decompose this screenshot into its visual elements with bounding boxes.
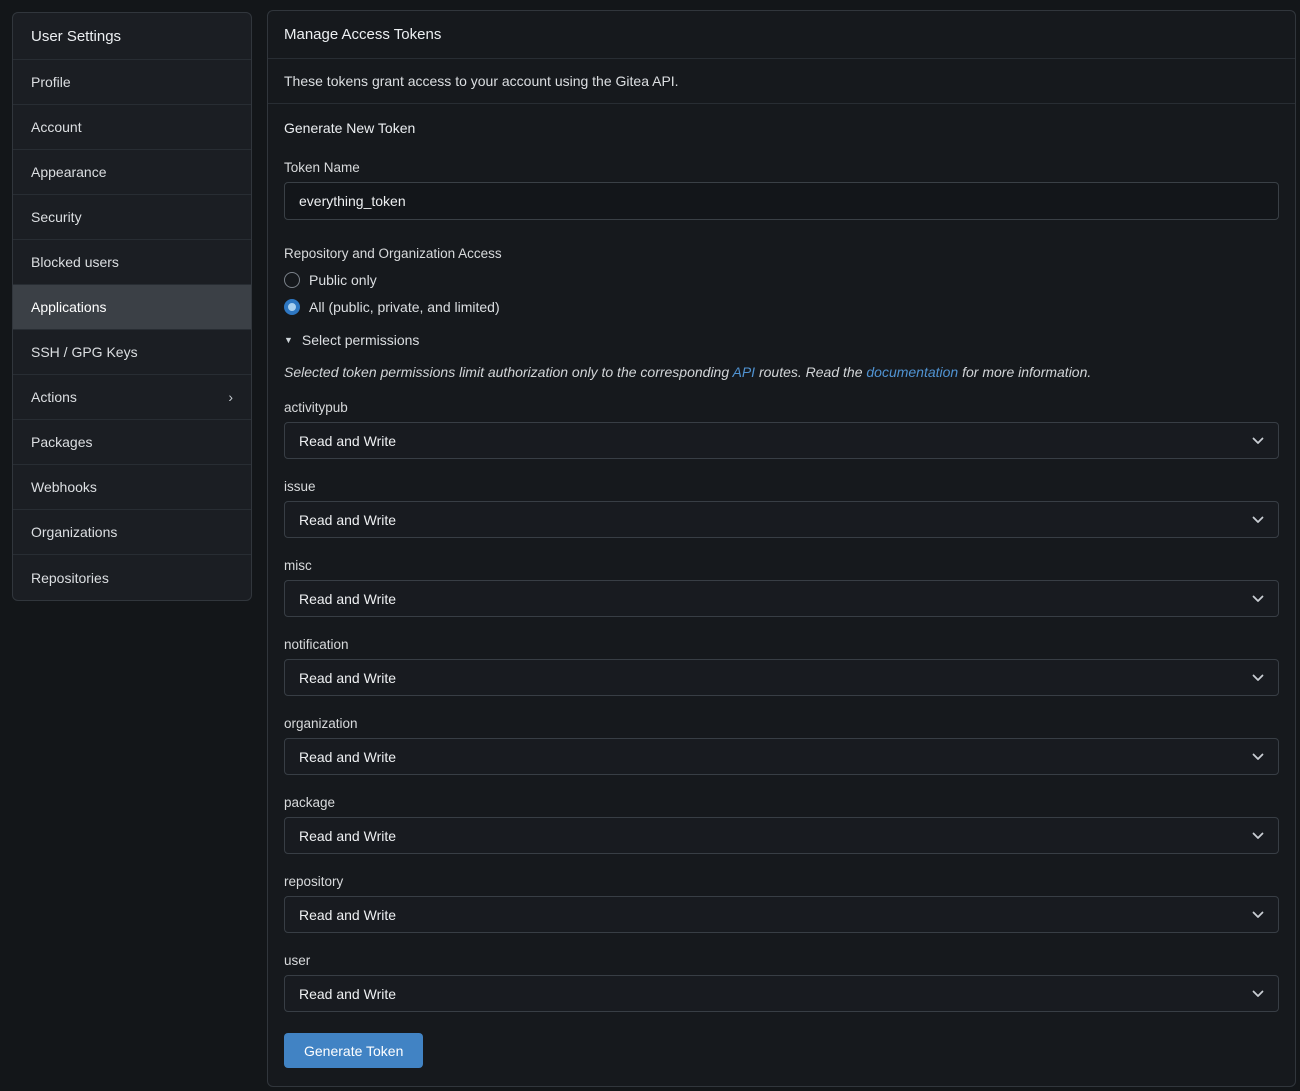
generate-token-form: Generate New Token Token Name Repository… bbox=[268, 104, 1295, 1086]
note-text-3: for more information. bbox=[958, 364, 1091, 380]
sidebar-item-actions[interactable]: Actions › bbox=[13, 375, 251, 420]
scope-label: package bbox=[284, 795, 1279, 810]
scope-group-organization: organization Read and Write bbox=[284, 716, 1279, 775]
radio-unchecked-icon[interactable] bbox=[284, 272, 300, 288]
sidebar-item-label: Account bbox=[31, 105, 82, 149]
sidebar-item-ssh-gpg-keys[interactable]: SSH / GPG Keys bbox=[13, 330, 251, 375]
scope-select-misc[interactable]: Read and Write bbox=[284, 580, 1279, 617]
scope-group-repository: repository Read and Write bbox=[284, 874, 1279, 933]
token-name-label: Token Name bbox=[284, 160, 1279, 175]
generate-token-button[interactable]: Generate Token bbox=[284, 1033, 423, 1068]
scope-label: notification bbox=[284, 637, 1279, 652]
scope-group-issue: issue Read and Write bbox=[284, 479, 1279, 538]
scope-select-activitypub[interactable]: Read and Write bbox=[284, 422, 1279, 459]
sidebar-item-label: Webhooks bbox=[31, 465, 97, 509]
scope-select-value: Read and Write bbox=[299, 591, 396, 607]
tokens-description: These tokens grant access to your accoun… bbox=[268, 59, 1295, 104]
scope-label: user bbox=[284, 953, 1279, 968]
sidebar-item-label: Actions bbox=[31, 375, 77, 419]
scope-label: misc bbox=[284, 558, 1279, 573]
scope-select-user[interactable]: Read and Write bbox=[284, 975, 1279, 1012]
radio-option-label: All (public, private, and limited) bbox=[309, 299, 500, 315]
sidebar-item-repositories[interactable]: Repositories bbox=[13, 555, 251, 600]
scope-select-value: Read and Write bbox=[299, 670, 396, 686]
chevron-down-icon bbox=[1252, 516, 1264, 524]
note-text-2: routes. Read the bbox=[755, 364, 866, 380]
scope-label: repository bbox=[284, 874, 1279, 889]
documentation-link[interactable]: documentation bbox=[866, 364, 958, 380]
note-text-1: Selected token permissions limit authori… bbox=[284, 364, 733, 380]
scope-select-value: Read and Write bbox=[299, 828, 396, 844]
select-permissions-toggle[interactable]: ▼ Select permissions bbox=[284, 332, 1279, 348]
select-permissions-label: Select permissions bbox=[302, 332, 420, 348]
token-name-input[interactable] bbox=[284, 182, 1279, 220]
access-radio-option[interactable]: All (public, private, and limited) bbox=[284, 299, 1279, 315]
sidebar-item-label: Appearance bbox=[31, 150, 107, 194]
scope-select-repository[interactable]: Read and Write bbox=[284, 896, 1279, 933]
sidebar-item-label: Repositories bbox=[31, 556, 109, 600]
scope-label: organization bbox=[284, 716, 1279, 731]
sidebar-item-label: Applications bbox=[31, 285, 107, 329]
sidebar-item-profile[interactable]: Profile bbox=[13, 60, 251, 105]
scope-group-activitypub: activitypub Read and Write bbox=[284, 400, 1279, 459]
sidebar-item-appearance[interactable]: Appearance bbox=[13, 150, 251, 195]
permissions-note: Selected token permissions limit authori… bbox=[284, 364, 1279, 380]
sidebar-item-blocked-users[interactable]: Blocked users bbox=[13, 240, 251, 285]
sidebar-item-label: Packages bbox=[31, 420, 92, 464]
chevron-down-icon bbox=[1252, 990, 1264, 998]
access-radio-group: Public only All (public, private, and lim… bbox=[284, 272, 1279, 315]
sidebar-item-label: Security bbox=[31, 195, 82, 239]
scope-group-package: package Read and Write bbox=[284, 795, 1279, 854]
chevron-right-icon: › bbox=[228, 375, 233, 419]
scope-select-notification[interactable]: Read and Write bbox=[284, 659, 1279, 696]
page-title: Manage Access Tokens bbox=[268, 11, 1295, 59]
scope-select-value: Read and Write bbox=[299, 986, 396, 1002]
sidebar-title: User Settings bbox=[13, 13, 251, 60]
chevron-down-icon bbox=[1252, 595, 1264, 603]
sidebar-item-packages[interactable]: Packages bbox=[13, 420, 251, 465]
settings-sidebar: User Settings ProfileAccountAppearanceSe… bbox=[12, 12, 252, 601]
chevron-down-icon bbox=[1252, 674, 1264, 682]
sidebar-item-organizations[interactable]: Organizations bbox=[13, 510, 251, 555]
scope-selects: activitypub Read and Write issue Read and W… bbox=[284, 400, 1279, 1012]
triangle-down-icon: ▼ bbox=[284, 335, 293, 345]
scope-group-notification: notification Read and Write bbox=[284, 637, 1279, 696]
scope-select-value: Read and Write bbox=[299, 512, 396, 528]
sidebar-item-applications[interactable]: Applications bbox=[13, 285, 251, 330]
api-link[interactable]: API bbox=[733, 364, 756, 380]
scope-group-user: user Read and Write bbox=[284, 953, 1279, 1012]
radio-option-label: Public only bbox=[309, 272, 377, 288]
scope-group-misc: misc Read and Write bbox=[284, 558, 1279, 617]
access-radio-option[interactable]: Public only bbox=[284, 272, 1279, 288]
scope-select-issue[interactable]: Read and Write bbox=[284, 501, 1279, 538]
sidebar-item-webhooks[interactable]: Webhooks bbox=[13, 465, 251, 510]
radio-checked-icon[interactable] bbox=[284, 299, 300, 315]
sidebar-item-label: Blocked users bbox=[31, 240, 119, 284]
sidebar-item-label: Profile bbox=[31, 60, 71, 104]
scope-select-package[interactable]: Read and Write bbox=[284, 817, 1279, 854]
chevron-down-icon bbox=[1252, 753, 1264, 761]
repo-org-access-label: Repository and Organization Access bbox=[284, 246, 1279, 261]
chevron-down-icon bbox=[1252, 437, 1264, 445]
sidebar-item-security[interactable]: Security bbox=[13, 195, 251, 240]
generate-new-token-heading: Generate New Token bbox=[284, 120, 1279, 136]
sidebar-item-label: Organizations bbox=[31, 510, 117, 554]
chevron-down-icon bbox=[1252, 832, 1264, 840]
chevron-down-icon bbox=[1252, 911, 1264, 919]
page-layout: User Settings ProfileAccountAppearanceSe… bbox=[0, 0, 1300, 1091]
scope-select-organization[interactable]: Read and Write bbox=[284, 738, 1279, 775]
scope-label: issue bbox=[284, 479, 1279, 494]
sidebar-item-label: SSH / GPG Keys bbox=[31, 330, 138, 374]
scope-select-value: Read and Write bbox=[299, 749, 396, 765]
sidebar-items: ProfileAccountAppearanceSecurityBlocked … bbox=[13, 60, 251, 600]
access-tokens-panel: Manage Access Tokens These tokens grant … bbox=[267, 10, 1296, 1087]
scope-select-value: Read and Write bbox=[299, 907, 396, 923]
scope-select-value: Read and Write bbox=[299, 433, 396, 449]
sidebar-item-account[interactable]: Account bbox=[13, 105, 251, 150]
scope-label: activitypub bbox=[284, 400, 1279, 415]
